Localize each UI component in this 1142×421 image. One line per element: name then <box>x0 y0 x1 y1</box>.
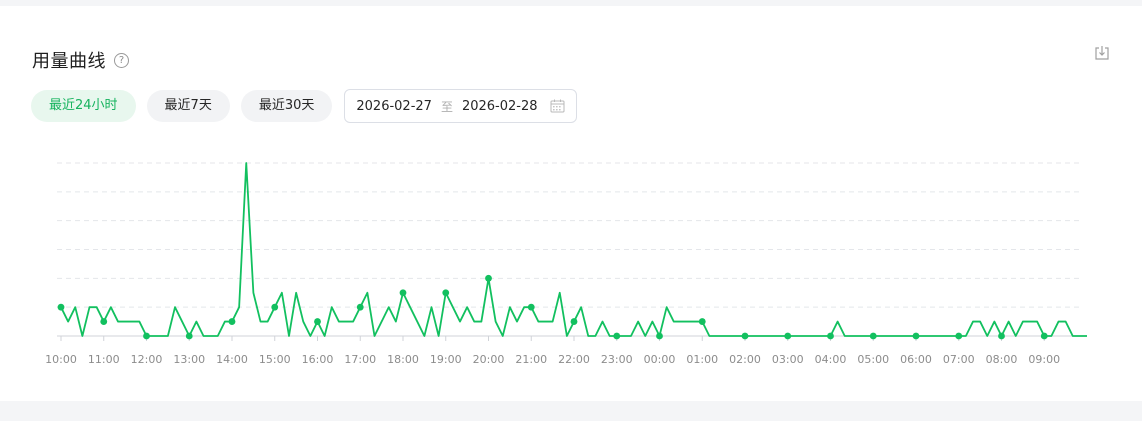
data-point <box>356 303 364 311</box>
usage-line-chart: 10:00 11:00 12:00 13:00 14:00 15:00 16:00 17:00… <box>45 162 1087 366</box>
x-tick-label: 02:00 <box>729 353 761 366</box>
data-point <box>698 318 706 325</box>
x-tick-label: 14:00 <box>216 353 248 366</box>
x-tick-label: 17:00 <box>344 353 376 366</box>
data-point <box>827 332 834 340</box>
x-tick-label: 21:00 <box>515 353 547 366</box>
data-point <box>527 303 535 311</box>
data-point <box>143 332 150 340</box>
data-point <box>912 332 920 340</box>
x-tick-label: 10:00 <box>45 353 77 366</box>
data-point <box>613 332 621 340</box>
data-point <box>314 318 321 325</box>
x-tick-label: 01:00 <box>686 353 718 366</box>
data-point <box>228 318 236 325</box>
x-tick-label: 11:00 <box>88 353 120 366</box>
x-tick-label: 23:00 <box>601 353 633 366</box>
data-point <box>784 332 792 340</box>
data-point <box>1040 332 1048 340</box>
x-tick-label: 07:00 <box>943 353 975 366</box>
data-point <box>100 318 108 325</box>
x-tick-label: 18:00 <box>387 353 419 366</box>
data-point <box>485 274 492 282</box>
data-point <box>869 332 877 340</box>
x-tick-label: 12:00 <box>131 353 163 366</box>
x-tick-label: 20:00 <box>473 353 505 366</box>
data-point <box>656 332 663 340</box>
x-tick-label: 04:00 <box>815 353 847 366</box>
x-tick-label: 22:00 <box>558 353 590 366</box>
x-tick-label: 16:00 <box>302 353 334 366</box>
x-tick-label: 15:00 <box>259 353 291 366</box>
x-tick-label: 05:00 <box>857 353 889 366</box>
data-point <box>570 318 578 325</box>
x-tick-label: 06:00 <box>900 353 932 366</box>
data-point <box>399 289 407 297</box>
data-point <box>185 332 193 340</box>
data-point <box>442 289 450 297</box>
x-tick-label: 13:00 <box>173 353 205 366</box>
x-tick-label: 19:00 <box>430 353 462 366</box>
data-point <box>57 303 65 311</box>
data-point <box>741 332 749 340</box>
data-point <box>271 303 279 311</box>
data-point <box>955 332 963 340</box>
x-tick-label: 09:00 <box>1028 353 1060 366</box>
x-tick-label: 00:00 <box>644 353 676 366</box>
x-tick-label: 08:00 <box>986 353 1018 366</box>
x-tick-label: 03:00 <box>772 353 804 366</box>
data-point <box>998 332 1005 340</box>
